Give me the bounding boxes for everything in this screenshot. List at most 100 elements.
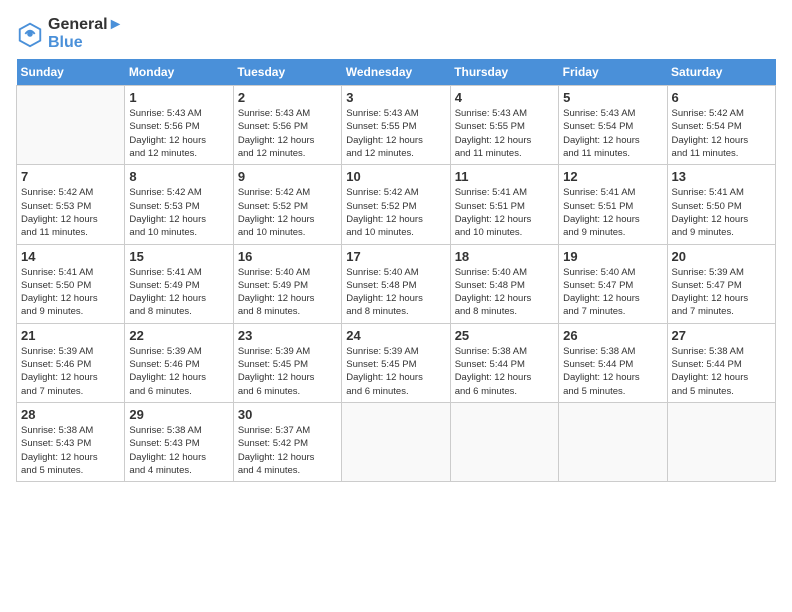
day-info: Sunrise: 5:41 AM Sunset: 5:50 PM Dayligh… bbox=[672, 186, 771, 239]
calendar-cell: 5 Sunrise: 5:43 AM Sunset: 5:54 PM Daylig… bbox=[559, 86, 667, 165]
calendar-cell: 29 Sunrise: 5:38 AM Sunset: 5:43 PM Dayli… bbox=[125, 402, 233, 481]
day-number: 4 bbox=[455, 90, 554, 105]
header-wednesday: Wednesday bbox=[342, 59, 450, 86]
calendar-header-row: SundayMondayTuesdayWednesdayThursdayFrid… bbox=[17, 59, 776, 86]
day-info: Sunrise: 5:42 AM Sunset: 5:53 PM Dayligh… bbox=[21, 186, 120, 239]
calendar-cell bbox=[342, 402, 450, 481]
header-tuesday: Tuesday bbox=[233, 59, 341, 86]
day-number: 24 bbox=[346, 328, 445, 343]
day-info: Sunrise: 5:39 AM Sunset: 5:45 PM Dayligh… bbox=[346, 345, 445, 398]
day-number: 1 bbox=[129, 90, 228, 105]
calendar-cell: 27 Sunrise: 5:38 AM Sunset: 5:44 PM Dayli… bbox=[667, 323, 775, 402]
day-info: Sunrise: 5:38 AM Sunset: 5:43 PM Dayligh… bbox=[21, 424, 120, 477]
calendar-cell bbox=[667, 402, 775, 481]
day-info: Sunrise: 5:39 AM Sunset: 5:45 PM Dayligh… bbox=[238, 345, 337, 398]
day-number: 6 bbox=[672, 90, 771, 105]
day-info: Sunrise: 5:39 AM Sunset: 5:46 PM Dayligh… bbox=[21, 345, 120, 398]
day-info: Sunrise: 5:39 AM Sunset: 5:46 PM Dayligh… bbox=[129, 345, 228, 398]
calendar-cell: 4Sunrise: 5:43 AM Sunset: 5:55 PM Daylig… bbox=[450, 86, 558, 165]
header-sunday: Sunday bbox=[17, 59, 125, 86]
day-number: 26 bbox=[563, 328, 662, 343]
day-info: Sunrise: 5:38 AM Sunset: 5:44 PM Dayligh… bbox=[672, 345, 771, 398]
day-number: 11 bbox=[455, 169, 554, 184]
page-header: General► Blue bbox=[16, 16, 776, 51]
calendar-table: SundayMondayTuesdayWednesdayThursdayFrid… bbox=[16, 59, 776, 482]
day-number: 28 bbox=[21, 407, 120, 422]
calendar-cell: 16 Sunrise: 5:40 AM Sunset: 5:49 PM Dayli… bbox=[233, 244, 341, 323]
calendar-cell: 20 Sunrise: 5:39 AM Sunset: 5:47 PM Dayli… bbox=[667, 244, 775, 323]
day-number: 16 bbox=[238, 249, 337, 264]
day-number: 22 bbox=[129, 328, 228, 343]
calendar-cell: 13 Sunrise: 5:41 AM Sunset: 5:50 PM Dayli… bbox=[667, 165, 775, 244]
calendar-cell: 11 Sunrise: 5:41 AM Sunset: 5:51 PM Dayli… bbox=[450, 165, 558, 244]
calendar-cell: 30Sunrise: 5:37 AM Sunset: 5:42 PM Dayli… bbox=[233, 402, 341, 481]
day-number: 3 bbox=[346, 90, 445, 105]
day-info: Sunrise: 5:41 AM Sunset: 5:49 PM Dayligh… bbox=[129, 266, 228, 319]
calendar-cell: 8 Sunrise: 5:42 AM Sunset: 5:53 PM Daylig… bbox=[125, 165, 233, 244]
calendar-cell: 12Sunrise: 5:41 AM Sunset: 5:51 PM Dayli… bbox=[559, 165, 667, 244]
day-number: 5 bbox=[563, 90, 662, 105]
calendar-week-3: 14Sunrise: 5:41 AM Sunset: 5:50 PM Dayli… bbox=[17, 244, 776, 323]
calendar-cell: 14Sunrise: 5:41 AM Sunset: 5:50 PM Dayli… bbox=[17, 244, 125, 323]
day-info: Sunrise: 5:42 AM Sunset: 5:54 PM Dayligh… bbox=[672, 107, 771, 160]
day-info: Sunrise: 5:41 AM Sunset: 5:51 PM Dayligh… bbox=[455, 186, 554, 239]
day-number: 17 bbox=[346, 249, 445, 264]
header-monday: Monday bbox=[125, 59, 233, 86]
calendar-cell: 9Sunrise: 5:42 AM Sunset: 5:52 PM Daylig… bbox=[233, 165, 341, 244]
logo-line1: General► bbox=[48, 16, 123, 34]
day-info: Sunrise: 5:39 AM Sunset: 5:47 PM Dayligh… bbox=[672, 266, 771, 319]
day-number: 7 bbox=[21, 169, 120, 184]
calendar-cell: 25 Sunrise: 5:38 AM Sunset: 5:44 PM Dayli… bbox=[450, 323, 558, 402]
day-info: Sunrise: 5:42 AM Sunset: 5:53 PM Dayligh… bbox=[129, 186, 228, 239]
calendar-cell: 19 Sunrise: 5:40 AM Sunset: 5:47 PM Dayli… bbox=[559, 244, 667, 323]
day-number: 18 bbox=[455, 249, 554, 264]
calendar-cell bbox=[559, 402, 667, 481]
calendar-cell: 10 Sunrise: 5:42 AM Sunset: 5:52 PM Dayli… bbox=[342, 165, 450, 244]
day-info: Sunrise: 5:38 AM Sunset: 5:43 PM Dayligh… bbox=[129, 424, 228, 477]
day-number: 15 bbox=[129, 249, 228, 264]
day-info: Sunrise: 5:43 AM Sunset: 5:54 PM Dayligh… bbox=[563, 107, 662, 160]
day-number: 8 bbox=[129, 169, 228, 184]
calendar-cell: 22 Sunrise: 5:39 AM Sunset: 5:46 PM Dayli… bbox=[125, 323, 233, 402]
day-info: Sunrise: 5:43 AM Sunset: 5:55 PM Dayligh… bbox=[346, 107, 445, 160]
calendar-cell: 15 Sunrise: 5:41 AM Sunset: 5:49 PM Dayli… bbox=[125, 244, 233, 323]
day-number: 12 bbox=[563, 169, 662, 184]
day-info: Sunrise: 5:40 AM Sunset: 5:48 PM Dayligh… bbox=[346, 266, 445, 319]
calendar-week-5: 28 Sunrise: 5:38 AM Sunset: 5:43 PM Dayli… bbox=[17, 402, 776, 481]
calendar-week-4: 21 Sunrise: 5:39 AM Sunset: 5:46 PM Dayli… bbox=[17, 323, 776, 402]
day-info: Sunrise: 5:42 AM Sunset: 5:52 PM Dayligh… bbox=[238, 186, 337, 239]
day-info: Sunrise: 5:40 AM Sunset: 5:49 PM Dayligh… bbox=[238, 266, 337, 319]
day-number: 27 bbox=[672, 328, 771, 343]
calendar-cell: 7 Sunrise: 5:42 AM Sunset: 5:53 PM Daylig… bbox=[17, 165, 125, 244]
calendar-cell: 26Sunrise: 5:38 AM Sunset: 5:44 PM Dayli… bbox=[559, 323, 667, 402]
day-number: 19 bbox=[563, 249, 662, 264]
calendar-cell: 24 Sunrise: 5:39 AM Sunset: 5:45 PM Dayli… bbox=[342, 323, 450, 402]
calendar-cell: 3 Sunrise: 5:43 AM Sunset: 5:55 PM Daylig… bbox=[342, 86, 450, 165]
day-info: Sunrise: 5:42 AM Sunset: 5:52 PM Dayligh… bbox=[346, 186, 445, 239]
calendar-cell: 1Sunrise: 5:43 AM Sunset: 5:56 PM Daylig… bbox=[125, 86, 233, 165]
logo: General► Blue bbox=[16, 16, 123, 51]
calendar-cell: 21 Sunrise: 5:39 AM Sunset: 5:46 PM Dayli… bbox=[17, 323, 125, 402]
day-number: 2 bbox=[238, 90, 337, 105]
calendar-cell: 23 Sunrise: 5:39 AM Sunset: 5:45 PM Dayli… bbox=[233, 323, 341, 402]
day-number: 29 bbox=[129, 407, 228, 422]
calendar-cell bbox=[17, 86, 125, 165]
day-info: Sunrise: 5:40 AM Sunset: 5:47 PM Dayligh… bbox=[563, 266, 662, 319]
logo-icon bbox=[16, 20, 44, 48]
day-info: Sunrise: 5:38 AM Sunset: 5:44 PM Dayligh… bbox=[455, 345, 554, 398]
day-info: Sunrise: 5:37 AM Sunset: 5:42 PM Dayligh… bbox=[238, 424, 337, 477]
calendar-cell: 2Sunrise: 5:43 AM Sunset: 5:56 PM Daylig… bbox=[233, 86, 341, 165]
calendar-cell: 18 Sunrise: 5:40 AM Sunset: 5:48 PM Dayli… bbox=[450, 244, 558, 323]
calendar-week-1: 1Sunrise: 5:43 AM Sunset: 5:56 PM Daylig… bbox=[17, 86, 776, 165]
day-number: 23 bbox=[238, 328, 337, 343]
day-number: 25 bbox=[455, 328, 554, 343]
day-number: 20 bbox=[672, 249, 771, 264]
day-number: 10 bbox=[346, 169, 445, 184]
day-number: 21 bbox=[21, 328, 120, 343]
calendar-week-2: 7 Sunrise: 5:42 AM Sunset: 5:53 PM Daylig… bbox=[17, 165, 776, 244]
header-saturday: Saturday bbox=[667, 59, 775, 86]
day-info: Sunrise: 5:40 AM Sunset: 5:48 PM Dayligh… bbox=[455, 266, 554, 319]
header-thursday: Thursday bbox=[450, 59, 558, 86]
calendar-cell bbox=[450, 402, 558, 481]
day-number: 13 bbox=[672, 169, 771, 184]
